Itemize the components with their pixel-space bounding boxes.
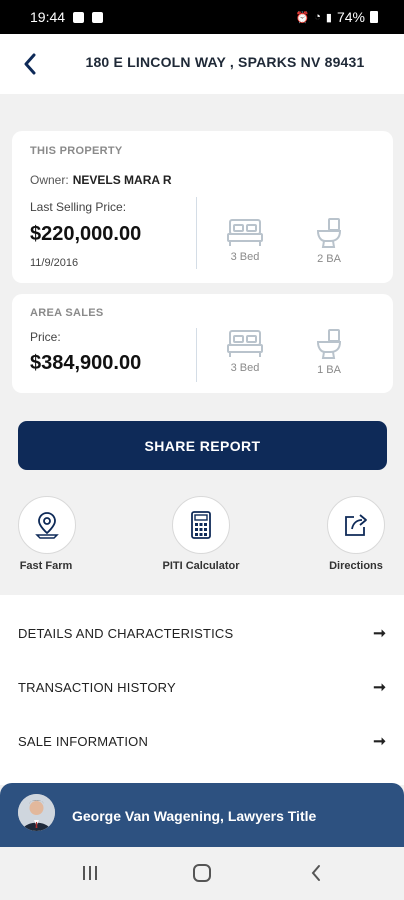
agent-name: George Van Wagening, Lawyers Title bbox=[72, 808, 317, 824]
price-label: Price: bbox=[30, 330, 61, 344]
beds-count: 3 Bed bbox=[230, 251, 260, 263]
battery-level: 74% bbox=[336, 9, 365, 25]
calculator-icon bbox=[191, 511, 211, 539]
piti-calculator-label: PITI Calculator bbox=[162, 560, 240, 572]
sale-date: 11/9/2016 bbox=[30, 257, 79, 269]
status-bar: 19:44 ⏰ ◔ ▮ 74% bbox=[0, 0, 404, 34]
owner-name: NEVELS MARA R bbox=[72, 173, 172, 187]
avatar bbox=[18, 794, 55, 831]
divider bbox=[196, 197, 197, 269]
directions-circle bbox=[327, 496, 385, 554]
fast-farm-button[interactable]: Fast Farm bbox=[18, 496, 76, 572]
owner-label: Owner: bbox=[30, 173, 69, 187]
divider bbox=[196, 328, 197, 382]
report-sections-list: DETAILS AND CHARACTERISTICS ➞ TRANSACTIO… bbox=[0, 595, 404, 785]
signal-icon: ▮ bbox=[325, 11, 332, 24]
bed-icon bbox=[227, 219, 263, 246]
recents-icon bbox=[83, 866, 97, 880]
arrow-right-icon: ➞ bbox=[373, 733, 386, 750]
home-button[interactable] bbox=[189, 861, 215, 885]
agent-photo bbox=[18, 794, 55, 831]
toilet-icon bbox=[316, 218, 342, 248]
list-item-label: DETAILS AND CHARACTERISTICS bbox=[18, 625, 234, 641]
alarm-icon: ⏰ bbox=[295, 11, 310, 24]
piti-calculator-circle bbox=[172, 496, 230, 554]
agent-bar[interactable]: George Van Wagening, Lawyers Title bbox=[0, 783, 404, 847]
directions-button[interactable]: Directions bbox=[327, 496, 385, 572]
status-time: 19:44 bbox=[30, 9, 66, 25]
area-sales-price: $384,900.00 bbox=[30, 352, 142, 374]
beds-spec: 3 Bed bbox=[220, 217, 270, 263]
notification-icon bbox=[92, 11, 104, 23]
page-title: 180 E LINCOLN WAY , SPARKS NV 89431 bbox=[85, 54, 365, 70]
recents-button[interactable] bbox=[77, 861, 103, 885]
baths-spec: 1 BA bbox=[304, 328, 354, 376]
wifi-icon: ◔ bbox=[314, 11, 321, 23]
area-sales-card: AREA SALES Price: $384,900.00 3 Bed 1 BA bbox=[12, 294, 393, 393]
system-nav-bar bbox=[0, 847, 404, 900]
back-icon bbox=[311, 865, 320, 881]
fast-farm-circle bbox=[18, 496, 76, 554]
map-pin-icon bbox=[35, 512, 59, 539]
section-label: AREA SALES bbox=[30, 307, 104, 319]
toilet-icon bbox=[316, 329, 342, 359]
list-item-label: TRANSACTION HISTORY bbox=[18, 679, 176, 695]
price-label: Last Selling Price: bbox=[30, 200, 127, 214]
arrow-right-icon: ➞ bbox=[373, 625, 386, 642]
last-selling-price: $220,000.00 bbox=[30, 223, 142, 245]
bed-icon bbox=[227, 330, 263, 357]
directions-icon bbox=[345, 514, 367, 536]
list-item-details-and-characteristics[interactable]: DETAILS AND CHARACTERISTICS ➞ bbox=[0, 606, 404, 660]
arrow-right-icon: ➞ bbox=[373, 679, 386, 696]
baths-count: 2 BA bbox=[317, 253, 341, 265]
list-item-transaction-history[interactable]: TRANSACTION HISTORY ➞ bbox=[0, 660, 404, 714]
notification-icon bbox=[73, 11, 85, 23]
app-header: 180 E LINCOLN WAY , SPARKS NV 89431 bbox=[0, 34, 404, 94]
battery-icon bbox=[370, 11, 378, 23]
section-label: THIS PROPERTY bbox=[30, 145, 123, 157]
beds-count: 3 Bed bbox=[230, 362, 260, 374]
list-item-label: SALE INFORMATION bbox=[18, 733, 149, 749]
home-icon bbox=[193, 864, 211, 882]
back-nav-button[interactable] bbox=[303, 861, 329, 885]
list-item-sale-information[interactable]: SALE INFORMATION ➞ bbox=[0, 714, 404, 768]
chevron-left-icon bbox=[24, 53, 36, 75]
owner-row: Owner: NEVELS MARA R bbox=[30, 173, 172, 187]
share-report-button[interactable]: SHARE REPORT bbox=[18, 421, 387, 470]
fast-farm-label: Fast Farm bbox=[19, 560, 73, 572]
piti-calculator-button[interactable]: PITI Calculator bbox=[162, 496, 240, 572]
baths-spec: 2 BA bbox=[304, 217, 354, 265]
beds-spec: 3 Bed bbox=[220, 328, 270, 374]
back-button[interactable] bbox=[18, 50, 42, 78]
property-card: THIS PROPERTY Owner: NEVELS MARA R Last S… bbox=[12, 131, 393, 283]
baths-count: 1 BA bbox=[317, 364, 341, 376]
directions-label: Directions bbox=[329, 560, 383, 572]
